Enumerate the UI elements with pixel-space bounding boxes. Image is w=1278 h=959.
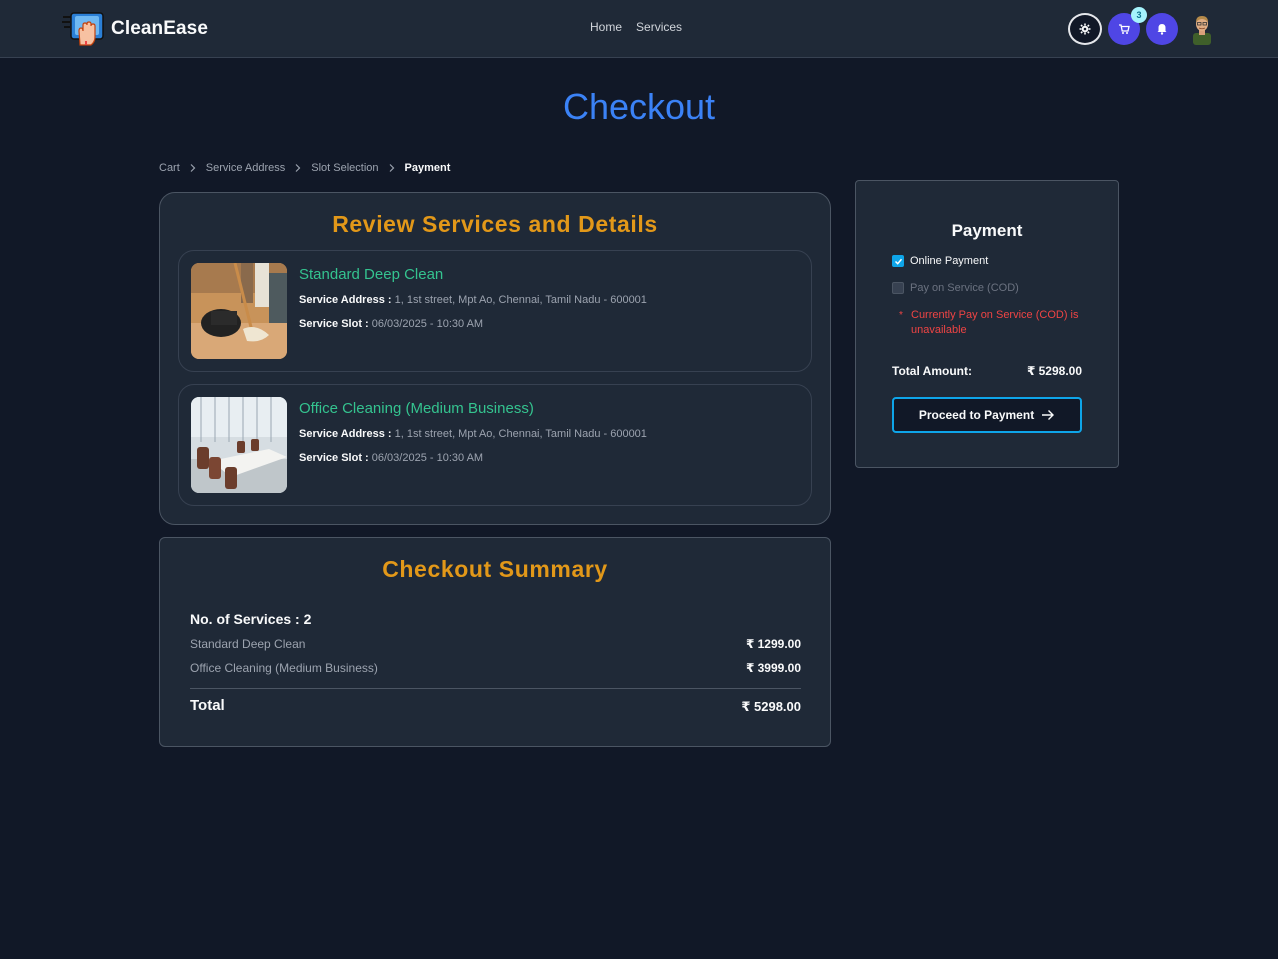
service-address-value: 1, 1st street, Mpt Ao, Chennai, Tamil Na… xyxy=(394,428,647,440)
service-slot-label: Service Slot : xyxy=(299,318,369,330)
chevron-right-icon xyxy=(190,164,196,172)
service-address: Service Address : 1, 1st street, Mpt Ao,… xyxy=(299,294,647,306)
service-slot: Service Slot : 06/03/2025 - 10:30 AM xyxy=(299,318,483,330)
services-count: No. of Services : 2 xyxy=(190,611,312,627)
breadcrumb-payment: Payment xyxy=(404,162,451,174)
cod-unavailable-warning: * Currently Pay on Service (COD) is unav… xyxy=(899,308,1079,338)
service-slot-value: 06/03/2025 - 10:30 AM xyxy=(371,318,484,330)
summary-total-value: ₹ 5298.00 xyxy=(741,699,801,714)
online-payment-checkbox[interactable] xyxy=(892,255,904,267)
service-address-value: 1, 1st street, Mpt Ao, Chennai, Tamil Na… xyxy=(394,294,647,306)
arrow-right-icon xyxy=(1042,410,1055,420)
nav-actions: 3 xyxy=(1068,7,1214,45)
navbar: CleanEase Home Services 3 xyxy=(0,0,1278,58)
nav-link-services[interactable]: Services xyxy=(636,20,682,34)
service-address-label: Service Address : xyxy=(299,428,392,440)
nav-link-home[interactable]: Home xyxy=(590,20,622,34)
cod-payment-label: Pay on Service (COD) xyxy=(910,282,1019,294)
chevron-right-icon xyxy=(389,164,394,172)
service-name: Office Cleaning (Medium Business) xyxy=(299,400,534,417)
summary-total-label: Total xyxy=(190,697,225,714)
summary-total: Total ₹ 5298.00 xyxy=(190,697,801,715)
service-address-label: Service Address : xyxy=(299,294,392,306)
summary-row: Office Cleaning (Medium Business) ₹ 3999… xyxy=(190,661,801,675)
gear-icon xyxy=(1079,23,1091,35)
online-payment-option[interactable]: Online Payment xyxy=(892,255,988,267)
service-item[interactable]: Standard Deep Clean Service Address : 1,… xyxy=(178,250,812,372)
payment-card: Payment Online Payment Pay on Service (C… xyxy=(855,180,1119,468)
breadcrumb-slot-selection[interactable]: Slot Selection xyxy=(311,162,378,174)
online-payment-label: Online Payment xyxy=(910,255,989,267)
notifications-button[interactable] xyxy=(1146,13,1178,45)
proceed-to-payment-button[interactable]: Proceed to Payment xyxy=(892,397,1082,433)
checkout-summary-card: Checkout Summary No. of Services : 2 Sta… xyxy=(159,537,831,747)
summary-row-name: Standard Deep Clean xyxy=(190,637,306,651)
breadcrumb-cart[interactable]: Cart xyxy=(159,162,180,174)
summary-row-price: ₹ 3999.00 xyxy=(745,661,801,675)
payment-total-value: ₹ 5298.00 xyxy=(1026,364,1082,378)
service-address: Service Address : 1, 1st street, Mpt Ao,… xyxy=(299,428,647,440)
cart-button[interactable]: 3 xyxy=(1108,7,1147,45)
review-services-card: Review Services and Details Standard Dee… xyxy=(159,192,831,525)
service-slot: Service Slot : 06/03/2025 - 10:30 AM xyxy=(299,452,483,464)
floor-mopping-photo xyxy=(191,263,287,359)
breadcrumb: Cart Service Address Slot Selection Paym… xyxy=(159,162,450,174)
cleaning-hand-logo xyxy=(62,11,106,47)
cod-payment-checkbox[interactable] xyxy=(892,282,904,294)
conference-room-photo xyxy=(191,397,287,493)
warning-text: Currently Pay on Service (COD) is unavai… xyxy=(911,309,1079,336)
user-avatar[interactable] xyxy=(1190,13,1214,45)
page-title: Checkout xyxy=(562,86,716,127)
service-item[interactable]: Office Cleaning (Medium Business) Servic… xyxy=(178,384,812,506)
cart-icon xyxy=(1119,24,1130,34)
summary-divider xyxy=(190,688,801,689)
brand-logo-link[interactable]: CleanEase xyxy=(62,11,208,47)
cart-count-badge: 3 xyxy=(1131,7,1147,23)
summary-section-title: Checkout Summary xyxy=(382,556,608,582)
nav-links: Home Services xyxy=(590,20,682,34)
cod-payment-option[interactable]: Pay on Service (COD) xyxy=(892,282,1019,294)
review-section-title: Review Services and Details xyxy=(332,211,658,237)
service-slot-label: Service Slot : xyxy=(299,452,369,464)
service-slot-value: 06/03/2025 - 10:30 AM xyxy=(371,452,484,464)
summary-row: Standard Deep Clean ₹ 1299.00 xyxy=(190,637,801,651)
breadcrumb-service-address[interactable]: Service Address xyxy=(206,162,285,174)
payment-title: Payment xyxy=(951,221,1023,240)
checkmark-icon xyxy=(894,258,902,265)
warning-asterisk: * xyxy=(899,310,903,321)
summary-row-name: Office Cleaning (Medium Business) xyxy=(190,661,378,675)
bell-icon xyxy=(1157,24,1167,35)
payment-total-label: Total Amount: xyxy=(892,364,972,378)
payment-total: Total Amount: ₹ 5298.00 xyxy=(892,364,1082,378)
service-name: Standard Deep Clean xyxy=(299,266,444,283)
proceed-button-label: Proceed to Payment xyxy=(918,408,1035,422)
theme-toggle-button[interactable] xyxy=(1068,13,1102,45)
summary-row-price: ₹ 1299.00 xyxy=(745,637,801,651)
chevron-right-icon xyxy=(295,164,301,172)
brand-name: CleanEase xyxy=(111,18,209,39)
